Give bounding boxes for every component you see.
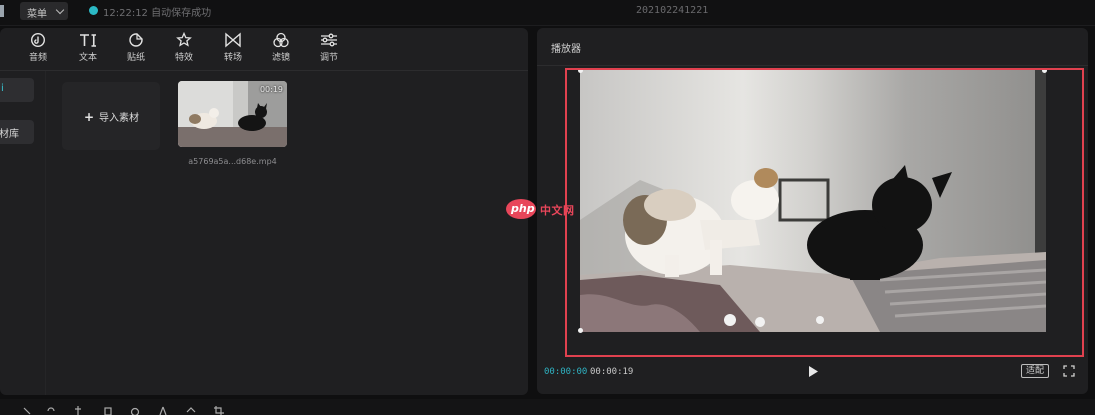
clip-filename: a5769a5a...d68e.mp4 <box>188 157 277 166</box>
sticker-icon <box>129 33 143 47</box>
audio-icon <box>30 32 46 48</box>
text-icon <box>80 34 96 47</box>
project-title: 202102241221 <box>636 5 709 16</box>
current-time: 00:00:00 <box>544 367 588 377</box>
mirror-icon[interactable] <box>158 406 168 415</box>
tab-label: 贴纸 <box>126 53 145 63</box>
import-label: 导入素材 <box>99 113 139 124</box>
divider <box>537 65 1088 66</box>
sidebar-item-library[interactable]: 素材库 <box>0 120 34 144</box>
clip-duration: 00:19 <box>259 85 283 94</box>
chevron-down-icon <box>55 5 65 15</box>
highlight-annotation <box>565 68 1084 357</box>
sidebar-item-label: 素材库 <box>0 129 19 140</box>
tab-label: 特效 <box>174 53 193 63</box>
tab-filter[interactable]: 滤镜 <box>264 30 298 68</box>
tab-label: 滤镜 <box>271 53 290 63</box>
tab-label: 文本 <box>78 53 97 63</box>
media-clip-card[interactable]: 00:19 <box>178 81 287 147</box>
autosave-status-icon <box>89 6 98 15</box>
timeline-toolbar <box>0 399 1095 415</box>
tab-text[interactable]: 文本 <box>71 30 105 68</box>
site-watermark: php 中文网 <box>506 199 586 221</box>
adjust-icon <box>321 33 337 47</box>
freeze-icon[interactable] <box>130 406 140 415</box>
player-title: 播放器 <box>551 44 581 55</box>
tab-adjust[interactable]: 调节 <box>312 30 346 68</box>
media-panel: 音频 文本 贴纸 特效 转场 滤镜 调节 i 材库 + 导入素材 00:19 a… <box>0 28 528 395</box>
divider <box>0 70 528 71</box>
effects-icon <box>176 32 192 47</box>
delete-icon[interactable] <box>103 406 113 415</box>
tab-effects[interactable]: 特效 <box>167 30 201 68</box>
tab-label: 调节 <box>319 53 338 63</box>
app-icon <box>0 5 4 17</box>
autosave-status-text: 12:22:12 自动保存成功 <box>103 8 212 19</box>
player-panel: 播放器 00:00:00 00:00:19 适配 <box>537 28 1088 394</box>
divider <box>45 71 46 395</box>
menu-dropdown[interactable]: 菜单 <box>20 2 68 20</box>
watermark-text: 中文网 <box>540 204 575 217</box>
tab-audio[interactable]: 音频 <box>21 30 55 68</box>
split-icon[interactable] <box>73 406 83 415</box>
aspect-ratio-button[interactable]: 适配 <box>1021 364 1049 378</box>
tool-tabs: 音频 文本 贴纸 特效 转场 滤镜 调节 <box>0 28 528 70</box>
play-icon[interactable] <box>807 365 819 378</box>
tab-transition[interactable]: 转场 <box>216 30 250 68</box>
filter-icon <box>273 32 289 48</box>
transition-icon <box>225 32 241 48</box>
total-time: 00:00:19 <box>590 367 634 377</box>
fullscreen-icon[interactable] <box>1063 365 1075 377</box>
plus-icon: + <box>84 110 95 124</box>
rotate-icon[interactable] <box>186 406 196 415</box>
sidebar-item-label: i <box>1 83 4 94</box>
tab-label: 转场 <box>223 53 242 63</box>
title-bar: 菜单 12:22:12 自动保存成功 202102241221 <box>0 0 1095 26</box>
select-icon[interactable] <box>22 406 32 415</box>
import-media-button[interactable]: + 导入素材 <box>62 82 160 150</box>
tab-label: 音频 <box>28 53 47 63</box>
watermark-php: php <box>511 202 535 215</box>
crop-icon[interactable] <box>214 406 224 415</box>
undo-icon[interactable] <box>46 406 56 415</box>
tab-sticker[interactable]: 贴纸 <box>119 30 153 68</box>
menu-label: 菜单 <box>27 9 47 20</box>
sidebar-item-media[interactable]: i <box>0 78 34 102</box>
